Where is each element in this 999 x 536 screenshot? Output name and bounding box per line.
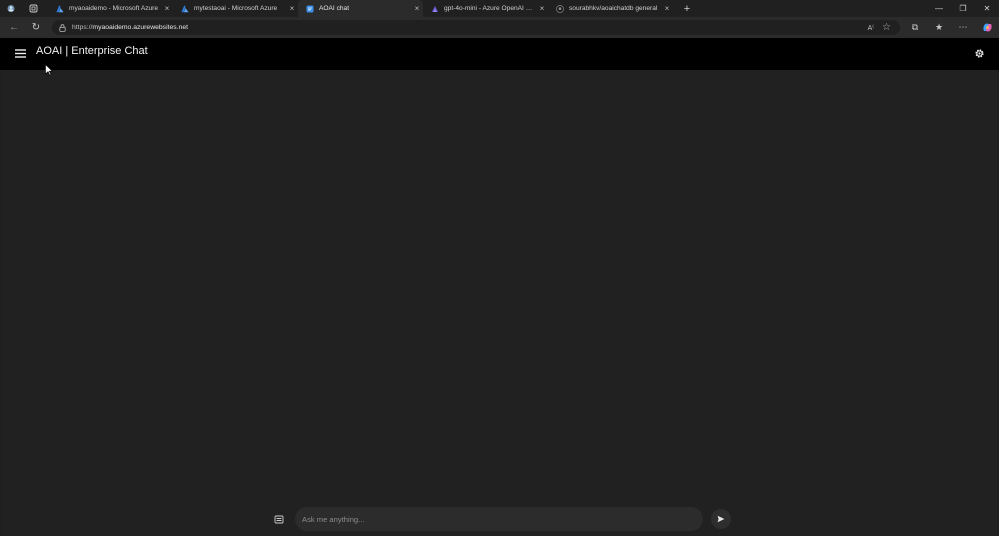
broom-icon: [274, 515, 284, 523]
tab-myaoaidemo[interactable]: myaoaidemo - Microsoft Azure ×: [48, 0, 173, 17]
openai-studio-icon: [432, 5, 438, 12]
browser-tab-strip: myaoaidemo - Microsoft Azure × mytestaoa…: [0, 0, 999, 17]
app-header: AOAI | Enterprise Chat: [0, 38, 999, 70]
tab-azure-openai-studio[interactable]: gpt-4o-mini - Azure OpenAI Stud ×: [423, 0, 548, 17]
tab-aoai-chat[interactable]: AOAI chat ×: [298, 0, 423, 17]
window-controls: — ❐ ✕: [927, 0, 999, 17]
mouse-cursor-icon: [45, 64, 53, 76]
favorite-star-icon[interactable]: ☆: [882, 22, 891, 33]
clear-chat-button[interactable]: [270, 510, 288, 528]
browser-toolbar: ← ↻ https://myaoaidemo.azurewebsites.net…: [0, 17, 999, 38]
close-icon[interactable]: ×: [661, 4, 673, 13]
copilot-icon[interactable]: [975, 17, 999, 38]
github-icon: [556, 4, 564, 13]
close-icon[interactable]: ×: [161, 4, 173, 13]
close-icon[interactable]: ×: [286, 4, 298, 13]
browser-toolbar-right: ⧉ ★ ⋯: [903, 17, 999, 38]
send-icon: [717, 515, 725, 523]
chat-composer: [0, 506, 999, 532]
tab-mytestaoai[interactable]: mytestaoai - Microsoft Azure ×: [173, 0, 298, 17]
app-root: AOAI | Enterprise Chat: [0, 38, 999, 536]
close-window-icon[interactable]: ✕: [975, 0, 999, 17]
page-title: AOAI | Enterprise Chat: [36, 45, 148, 57]
extensions-icon[interactable]: ⧉: [903, 17, 927, 38]
workspaces-icon[interactable]: [22, 0, 44, 17]
chat-messages-area: [2, 70, 997, 536]
tab-label: myaoaidemo - Microsoft Azure: [69, 5, 159, 12]
azure-icon: [181, 5, 189, 12]
tab-label: gpt-4o-mini - Azure OpenAI Stud: [444, 5, 536, 12]
read-aloud-icon[interactable]: A⁽: [868, 24, 874, 32]
chat-input[interactable]: [295, 507, 703, 531]
favorites-icon[interactable]: ★: [927, 17, 951, 38]
settings-gear-icon[interactable]: [971, 45, 987, 61]
more-menu-icon[interactable]: ⋯: [951, 17, 975, 38]
profile-icon[interactable]: [0, 0, 22, 17]
minimize-icon[interactable]: —: [927, 0, 951, 17]
tab-label: mytestaoai - Microsoft Azure: [194, 5, 278, 12]
close-icon[interactable]: ×: [536, 4, 548, 13]
chat-icon: [306, 5, 314, 12]
hamburger-menu-icon[interactable]: [12, 45, 28, 61]
address-bar-actions: A⁽ ☆: [868, 17, 891, 38]
azure-icon: [56, 5, 64, 12]
lock-icon[interactable]: [52, 23, 72, 32]
restore-icon[interactable]: ❐: [951, 0, 975, 17]
tab-label: sourabhkv/aoaichatdb general: [569, 5, 658, 12]
tab-label: AOAI chat: [319, 5, 350, 12]
send-button[interactable]: [711, 509, 731, 529]
refresh-icon[interactable]: ↻: [25, 17, 47, 38]
new-tab-button[interactable]: +: [679, 0, 695, 17]
url-text: https://myaoaidemo.azurewebsites.net: [72, 24, 188, 31]
back-icon[interactable]: ←: [3, 17, 25, 38]
address-bar[interactable]: https://myaoaidemo.azurewebsites.net: [52, 20, 900, 35]
tab-github[interactable]: sourabhkv/aoaichatdb general ×: [548, 0, 673, 17]
url-scheme: https://: [72, 24, 93, 31]
url-host: myaoaidemo.azurewebsites.net: [92, 24, 188, 31]
close-icon[interactable]: ×: [411, 4, 423, 13]
